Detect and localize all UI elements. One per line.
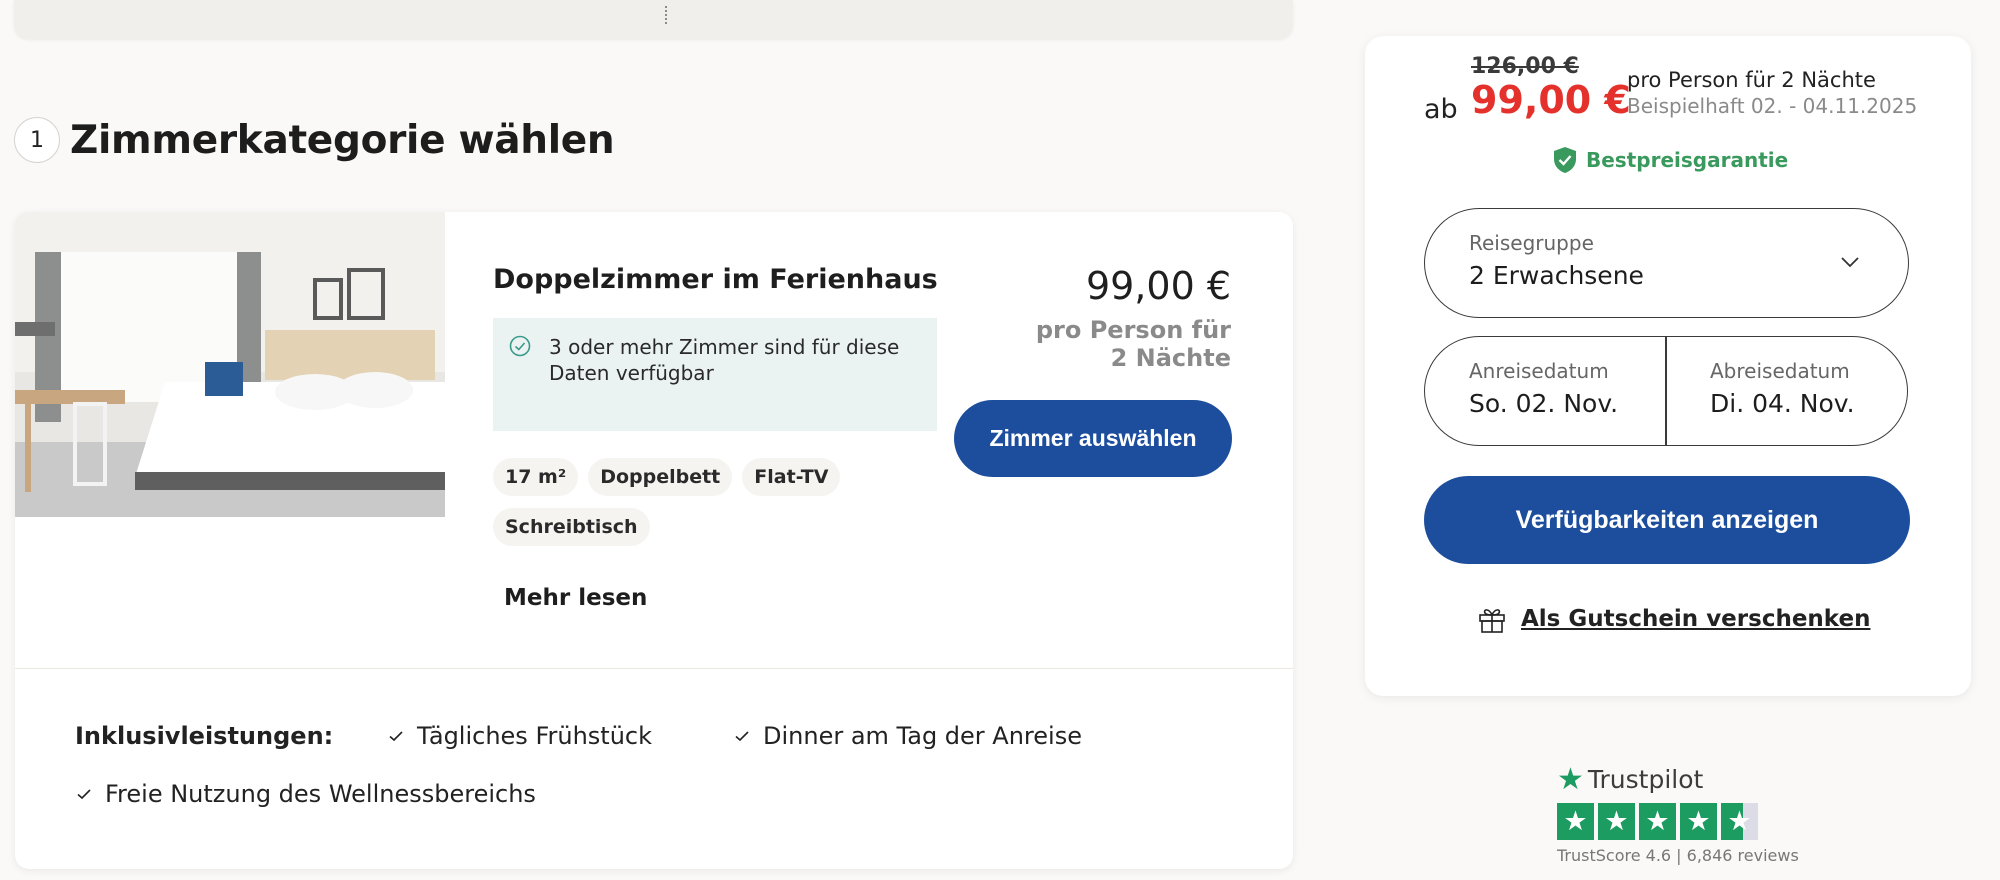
example-dates: Beispielhaft 02. - 04.11.2025 xyxy=(1627,94,1918,118)
arrival-label: Anreisedatum xyxy=(1469,359,1609,383)
date-range-picker: Anreisedatum So. 02. Nov. Abreisedatum D… xyxy=(1424,336,1908,446)
room-title: Doppelzimmer im Ferienhaus xyxy=(493,264,938,295)
inclusive-item: Freie Nutzung des Wellnessbereichs xyxy=(75,780,536,808)
travel-group-label: Reisegruppe xyxy=(1469,231,1594,255)
select-room-button[interactable]: Zimmer auswählen xyxy=(954,400,1232,477)
price-per-person: pro Person für 2 Nächte xyxy=(1627,68,1876,92)
trustpilot-widget[interactable]: ★ Trustpilot ★ ★ ★ ★ ★ TrustScore 4.6 | … xyxy=(1557,762,1799,865)
step-number-badge: 1 xyxy=(14,117,60,163)
inclusive-label: Inklusivleistungen: xyxy=(75,722,334,750)
half-star-icon: ★ xyxy=(1721,803,1758,840)
room-card: Doppelzimmer im Ferienhaus 3 oder mehr Z… xyxy=(15,212,1293,869)
divider xyxy=(15,668,1293,669)
feature-chip-size: 17 m² xyxy=(493,458,579,496)
inclusive-item-label: Tägliches Frühstück xyxy=(417,722,653,750)
gift-icon xyxy=(1479,609,1505,633)
star-icon: ★ xyxy=(1639,803,1676,840)
top-toolbar-strip xyxy=(14,0,1293,39)
availability-text: 3 oder mehr Zimmer sind für diese Daten … xyxy=(549,335,900,385)
trustscore-text: TrustScore 4.6 | 6,846 reviews xyxy=(1557,846,1799,865)
feature-chip-bed: Doppelbett xyxy=(588,458,733,496)
departure-label: Abreisedatum xyxy=(1710,359,1850,383)
price-prefix: ab xyxy=(1424,94,1458,125)
arrival-date-field[interactable]: Anreisedatum So. 02. Nov. xyxy=(1425,337,1665,445)
departure-date-field[interactable]: Abreisedatum Di. 04. Nov. xyxy=(1666,337,1906,445)
old-price: 126,00 € xyxy=(1471,54,1579,79)
feature-chip-tv: Flat-TV xyxy=(742,458,841,496)
room-photo-illustration xyxy=(15,212,445,517)
inclusive-item: Tägliches Frühstück xyxy=(387,722,652,750)
room-price-note: pro Person für 2 Nächte xyxy=(1035,316,1231,372)
feature-chips: 17 m² Doppelbett Flat-TV Schreibtisch xyxy=(493,458,943,546)
departure-value: Di. 04. Nov. xyxy=(1710,389,1855,418)
check-icon xyxy=(735,731,749,742)
check-icon xyxy=(77,789,91,800)
check-icon xyxy=(389,731,403,742)
inclusive-item-label: Dinner am Tag der Anreise xyxy=(763,722,1082,750)
booking-panel: 126,00 € ab 99,00 € pro Person für 2 Näc… xyxy=(1365,36,1971,696)
trustpilot-star-icon: ★ xyxy=(1557,762,1584,797)
guarantee-label: Bestpreisgarantie xyxy=(1586,148,1789,172)
room-photo[interactable] xyxy=(15,212,445,517)
travel-group-select[interactable]: Reisegruppe 2 Erwachsene xyxy=(1424,208,1909,318)
shield-check-icon xyxy=(1554,147,1576,173)
chevron-down-icon xyxy=(1841,257,1859,268)
room-price-block: 99,00 € pro Person für 2 Nächte xyxy=(1031,264,1231,372)
inclusive-item-label: Freie Nutzung des Wellnessbereichs xyxy=(105,780,536,808)
gift-voucher-link[interactable]: Als Gutschein verschenken xyxy=(1477,604,1870,634)
availability-notice: 3 oder mehr Zimmer sind für diese Daten … xyxy=(493,318,937,431)
star-icon: ★ xyxy=(1680,803,1717,840)
section-heading: 1 Zimmerkategorie wählen xyxy=(14,117,615,163)
drag-handle-icon xyxy=(665,6,667,24)
trustpilot-stars: ★ ★ ★ ★ ★ xyxy=(1557,803,1799,840)
feature-chip-desk: Schreibtisch xyxy=(493,508,650,546)
gift-voucher-label: Als Gutschein verschenken xyxy=(1521,606,1871,632)
inclusive-item: Dinner am Tag der Anreise xyxy=(733,722,1082,750)
best-price-guarantee: Bestpreisgarantie xyxy=(1552,146,1788,174)
check-circle-icon xyxy=(509,335,531,357)
arrival-value: So. 02. Nov. xyxy=(1469,389,1619,418)
sale-price: 99,00 € xyxy=(1471,78,1631,122)
show-availability-button[interactable]: Verfügbarkeiten anzeigen xyxy=(1424,476,1910,564)
section-title: Zimmerkategorie wählen xyxy=(70,117,615,163)
room-price: 99,00 € xyxy=(1085,264,1231,308)
read-more-link[interactable]: Mehr lesen xyxy=(504,585,647,611)
travel-group-value: 2 Erwachsene xyxy=(1469,261,1644,290)
star-icon: ★ xyxy=(1557,803,1594,840)
trustpilot-brand: Trustpilot xyxy=(1587,765,1704,794)
star-icon: ★ xyxy=(1598,803,1635,840)
trustpilot-header: ★ Trustpilot xyxy=(1557,762,1799,797)
